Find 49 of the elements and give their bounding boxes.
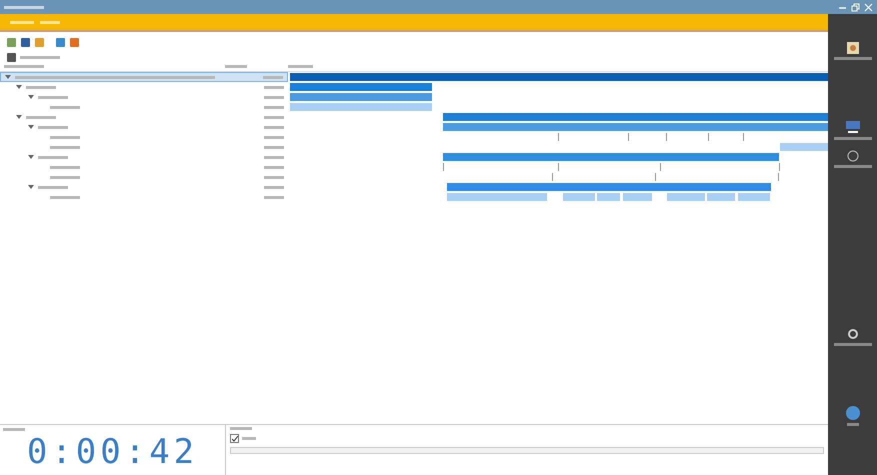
sidebar-tile[interactable] <box>834 328 872 346</box>
blurred-text <box>264 96 284 98</box>
blurred-text <box>50 176 80 178</box>
elapsed-timer: 0:00:42 <box>26 434 200 470</box>
blurred-text <box>230 427 252 430</box>
blurred-text <box>38 96 68 98</box>
blurred-text <box>38 126 68 128</box>
blurred-text <box>264 86 284 88</box>
blurred-text <box>264 196 284 198</box>
blurred-text <box>26 86 56 88</box>
close-icon[interactable] <box>864 2 873 12</box>
help-icon <box>846 406 860 420</box>
blurred-text <box>40 20 60 24</box>
blurred-text <box>264 116 284 118</box>
sidebar-tile[interactable] <box>834 150 872 168</box>
blurred-text <box>4 6 44 8</box>
blurred-text <box>50 196 80 198</box>
blurred-text <box>263 76 283 78</box>
blurred-text <box>264 176 284 178</box>
blurred-text <box>264 146 284 148</box>
blurred-text <box>225 65 247 68</box>
blurred-text <box>26 116 56 118</box>
circle-icon <box>846 150 858 162</box>
monitor-icon <box>846 120 860 134</box>
blurred-text <box>50 106 80 108</box>
blurred-text <box>38 186 68 188</box>
blurred-text <box>288 65 313 68</box>
blurred-text <box>264 156 284 158</box>
expand-arrow-icon[interactable] <box>28 154 34 160</box>
blurred-text <box>3 428 25 431</box>
restore-icon[interactable] <box>851 2 860 12</box>
blurred-text <box>50 166 80 168</box>
blurred-text <box>264 106 284 108</box>
checkbox[interactable] <box>230 434 239 443</box>
blurred-text <box>50 146 80 148</box>
blurred-text <box>264 126 284 128</box>
blurred-text <box>4 65 44 68</box>
blurred-text <box>264 136 284 138</box>
blurred-text <box>264 166 284 168</box>
sidebar-tile[interactable] <box>834 120 872 140</box>
sidebar-tile[interactable] <box>834 42 872 60</box>
help-button[interactable] <box>846 406 860 426</box>
expand-arrow-icon[interactable] <box>28 184 34 190</box>
blurred-text <box>10 20 34 24</box>
blurred-text <box>20 56 60 58</box>
blurred-text <box>38 156 68 158</box>
blurred-text <box>242 437 256 440</box>
blurred-text <box>264 186 284 188</box>
blurred-text <box>50 136 80 138</box>
